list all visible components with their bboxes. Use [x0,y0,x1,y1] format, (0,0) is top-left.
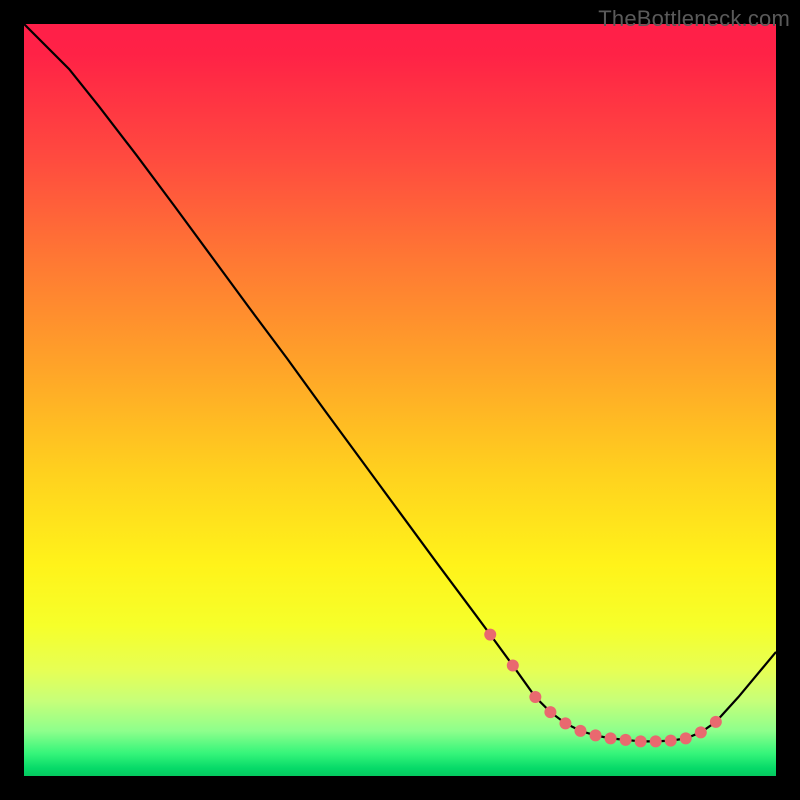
curve-marker [529,691,541,703]
curve-markers [484,629,722,748]
curve-marker [635,735,647,747]
curve-marker [665,735,677,747]
curve-marker [544,706,556,718]
chart-frame: TheBottleneck.com [0,0,800,800]
curve-line [24,24,776,741]
curve-marker [695,726,707,738]
curve-marker [590,729,602,741]
curve-marker [484,629,496,641]
curve-marker [507,659,519,671]
bottleneck-curve [24,24,776,776]
curve-path-group [24,24,776,741]
curve-marker [605,732,617,744]
curve-marker [574,725,586,737]
watermark-text: TheBottleneck.com [598,6,790,32]
curve-marker [710,716,722,728]
curve-marker [559,717,571,729]
curve-marker [680,732,692,744]
plot-area [24,24,776,776]
curve-marker [650,735,662,747]
curve-marker [620,734,632,746]
